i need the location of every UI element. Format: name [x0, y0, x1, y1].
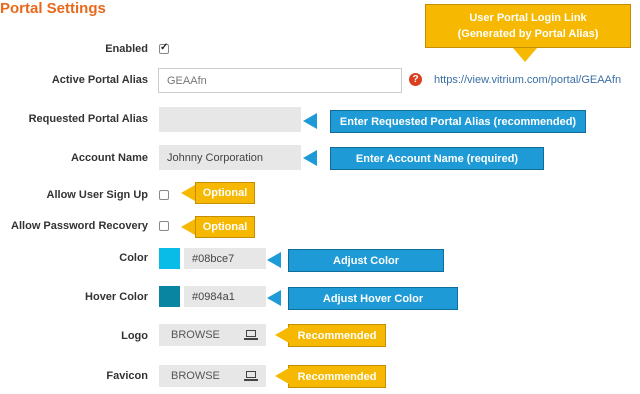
logo-callout: Recommended — [288, 324, 386, 347]
callout-arrow-left-icon — [181, 219, 195, 235]
account-name-callout: Enter Account Name (required) — [330, 147, 544, 170]
login-link-callout-line1: User Portal Login Link — [469, 12, 587, 24]
enabled-label: Enabled — [105, 43, 148, 55]
account-name-label: Account Name — [70, 152, 148, 164]
callout-arrow-left-icon — [267, 290, 281, 306]
portal-login-link[interactable]: https://view.vitrium.com/portal/GEAAfn — [434, 74, 621, 86]
laptop-icon — [244, 330, 258, 340]
signup-callout: Optional — [195, 182, 255, 204]
color-input[interactable]: #08bce7 — [184, 248, 266, 269]
help-icon[interactable]: ? — [409, 73, 422, 86]
callout-arrow-left-icon — [275, 327, 289, 343]
logo-browse-button[interactable]: BROWSE — [159, 324, 266, 346]
requested-alias-input[interactable] — [159, 107, 301, 132]
favicon-label: Favicon — [106, 370, 148, 382]
allow-recovery-label: Allow Password Recovery — [11, 220, 148, 232]
callout-arrow-left-icon — [275, 368, 289, 384]
color-label: Color — [119, 252, 148, 264]
color-swatch[interactable] — [159, 248, 180, 269]
account-name-input[interactable]: Johnny Corporation — [159, 145, 301, 170]
favicon-callout: Recommended — [288, 365, 386, 388]
allow-signup-checkbox[interactable] — [159, 190, 169, 200]
active-alias-input[interactable]: GEAAfn — [158, 68, 402, 93]
favicon-browse-button[interactable]: BROWSE — [159, 365, 266, 387]
hover-color-input[interactable]: #0984a1 — [184, 286, 266, 307]
active-alias-label: Active Portal Alias — [51, 74, 148, 86]
recovery-callout: Optional — [195, 216, 255, 238]
hover-color-swatch[interactable] — [159, 286, 180, 307]
callout-arrow-down-icon — [513, 48, 537, 62]
page-title: Portal Settings — [0, 0, 106, 17]
allow-recovery-checkbox[interactable] — [159, 221, 169, 231]
callout-arrow-left-icon — [267, 252, 281, 268]
callout-arrow-left-icon — [303, 113, 317, 129]
callout-arrow-left-icon — [303, 150, 317, 166]
laptop-icon — [244, 371, 258, 381]
requested-alias-label: Requested Portal Alias — [28, 113, 148, 125]
logo-label: Logo — [121, 330, 148, 342]
login-link-callout: User Portal Login Link (Generated by Por… — [425, 4, 631, 48]
allow-signup-label: Allow User Sign Up — [46, 189, 148, 201]
enabled-checkbox[interactable] — [159, 42, 169, 54]
favicon-browse-label: BROWSE — [171, 370, 220, 382]
logo-browse-label: BROWSE — [171, 329, 220, 341]
hover-color-label: Hover Color — [85, 291, 148, 303]
hover-color-callout: Adjust Hover Color — [288, 287, 458, 310]
color-callout: Adjust Color — [288, 249, 444, 272]
requested-alias-callout: Enter Requested Portal Alias (recommende… — [330, 110, 586, 133]
callout-arrow-left-icon — [181, 185, 195, 201]
login-link-callout-line2: (Generated by Portal Alias) — [457, 28, 599, 40]
